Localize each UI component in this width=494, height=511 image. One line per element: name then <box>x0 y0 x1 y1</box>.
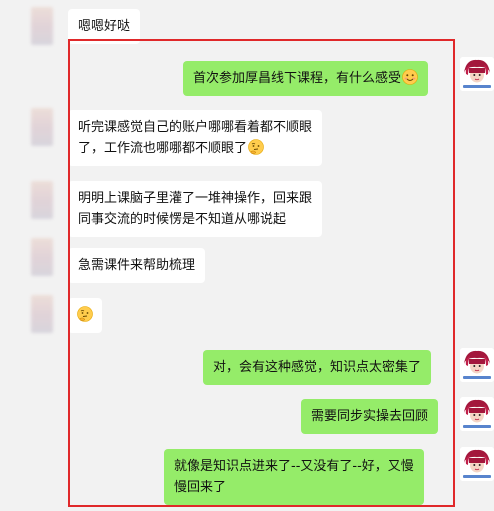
contact-avatar[interactable] <box>31 181 53 219</box>
message-text-line: 明明上课脑子里灌了一堆神操作，回来跟 <box>78 191 313 206</box>
my-avatar[interactable] <box>460 348 494 382</box>
my-avatar[interactable] <box>460 397 494 431</box>
message-bubble-sent[interactable]: 就像是知识点进来了--又没有了--好，又慢 慢回来了 <box>164 449 424 505</box>
contact-avatar[interactable] <box>31 108 53 146</box>
contact-avatar[interactable] <box>31 295 53 333</box>
message-bubble-sent[interactable]: 需要同步实操去回顾 <box>301 399 439 434</box>
contact-avatar[interactable] <box>31 238 53 276</box>
thinking-emoji-icon <box>248 139 264 155</box>
message-text-line: 了，工作流也哪哪都不顺眼了 <box>78 141 248 156</box>
message-bubble-received[interactable]: 嗯嗯好哒 <box>68 9 141 44</box>
message-bubble-received[interactable] <box>68 298 102 333</box>
message-text-line: 慢回来了 <box>174 480 227 495</box>
message-text: 对，会有这种感觉，知识点太密集了 <box>213 360 422 375</box>
contact-avatar[interactable] <box>31 7 53 45</box>
message-text: 急需课件来帮助梳理 <box>78 258 196 273</box>
message-text-line: 就像是知识点进来了--又没有了--好，又慢 <box>174 459 414 474</box>
message-text: 需要同步实操去回顾 <box>311 409 429 424</box>
message-text-line: 听完课感觉自己的账户哪哪看着都不顺眼 <box>78 120 313 135</box>
chat-window: 嗯嗯好哒 首次参加厚昌线下课程，有什么感受 听完课感觉自己的账户哪哪看着都不顺眼… <box>0 0 494 511</box>
message-bubble-received[interactable]: 急需课件来帮助梳理 <box>68 248 206 283</box>
message-text: 首次参加厚昌线下课程，有什么感受 <box>193 71 402 86</box>
my-avatar[interactable] <box>460 447 494 481</box>
smile-emoji-icon <box>402 69 418 85</box>
my-avatar[interactable] <box>460 57 494 91</box>
message-text: 嗯嗯好哒 <box>78 19 131 34</box>
message-text-line: 同事交流的时候愣是不知道从哪说起 <box>78 212 287 227</box>
thinking-emoji-icon <box>77 306 93 322</box>
message-bubble-received[interactable]: 听完课感觉自己的账户哪哪看着都不顺眼 了，工作流也哪哪都不顺眼了 <box>68 110 323 166</box>
message-bubble-sent[interactable]: 首次参加厚昌线下课程，有什么感受 <box>183 61 429 96</box>
message-bubble-received[interactable]: 明明上课脑子里灌了一堆神操作，回来跟 同事交流的时候愣是不知道从哪说起 <box>68 181 323 237</box>
message-bubble-sent[interactable]: 对，会有这种感觉，知识点太密集了 <box>203 350 432 385</box>
